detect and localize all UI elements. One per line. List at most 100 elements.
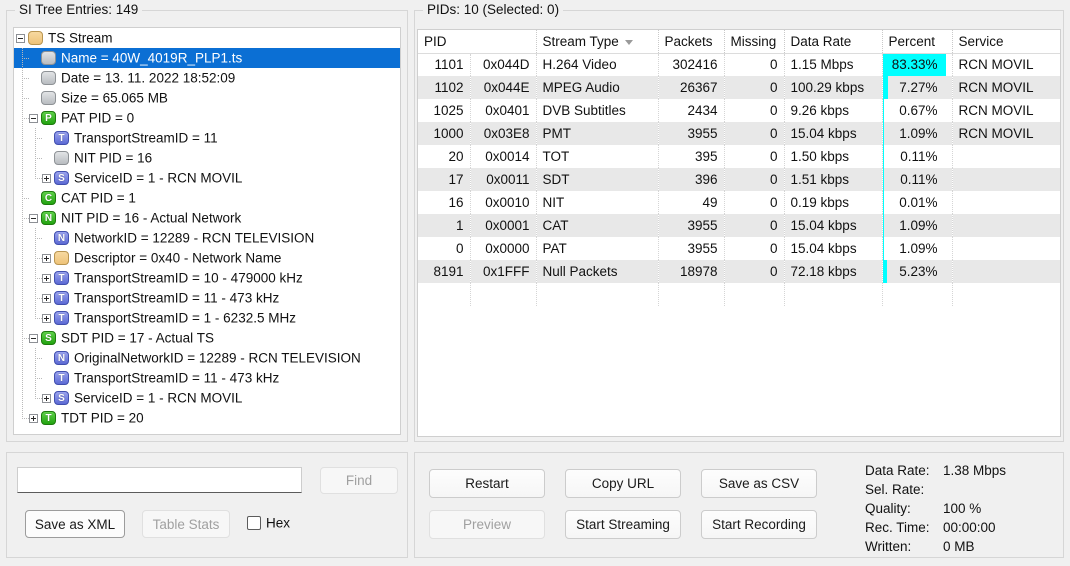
cell-percent: 5.23% (882, 260, 953, 283)
cell-pid-dec: 0 (418, 237, 471, 260)
restart-button[interactable]: Restart (429, 469, 545, 498)
tree-guide (16, 168, 29, 189)
tree-node[interactable]: S SDT PID = 17 - Actual TS (14, 328, 400, 349)
pid-column-header[interactable]: Data Rate (784, 30, 883, 54)
tree-guide (16, 148, 29, 169)
tree-node[interactable]: C CAT PID = 1 (14, 188, 400, 209)
tree-node-purple-icon: S (54, 391, 69, 406)
pid-table-scroll[interactable]: PID Stream Type Packets Missing Data Rate Per… (417, 29, 1061, 437)
tree-node[interactable]: N NetworkID = 12289 - RCN TELEVISION (14, 228, 400, 249)
tree-node[interactable]: S ServiceID = 1 - RCN MOVIL (14, 388, 400, 409)
si-tree-view[interactable]: TS Stream Name = 40W_4019R_PLP1.ts Date = … (13, 27, 401, 435)
tree-node[interactable]: S ServiceID = 1 - RCN MOVIL (14, 168, 400, 189)
tree-node[interactable]: NIT PID = 16 (14, 148, 400, 169)
tree-guide (16, 248, 29, 269)
tree-guide (16, 128, 29, 149)
preview-button[interactable]: Preview (429, 510, 545, 539)
status-value: 1.38 Mbps (943, 463, 1007, 478)
tree-node[interactable]: T TransportStreamID = 11 (14, 128, 400, 149)
tree-collapse-icon[interactable] (29, 333, 38, 343)
pid-column-header[interactable]: Stream Type (536, 30, 659, 54)
tree-expand-icon[interactable] (42, 293, 51, 303)
pid-table-row[interactable]: 0 0x0000 PAT 3955 0 15.04 kbps 1.09% (418, 237, 1060, 260)
tree-guide (16, 288, 29, 309)
pid-table-row[interactable]: 16 0x0010 NIT 49 0 0.19 kbps 0.01% (418, 191, 1060, 214)
pid-column-header[interactable]: Packets (658, 30, 725, 54)
tree-node-purple-icon: T (54, 131, 69, 146)
tree-node[interactable]: T TransportStreamID = 1 - 6232.5 MHz (14, 308, 400, 329)
save-as-csv-button[interactable]: Save as CSV (701, 469, 817, 498)
tree-node[interactable]: Descriptor = 0x40 - Network Name (14, 248, 400, 269)
tree-guide (16, 188, 29, 209)
pid-column-header[interactable]: Percent (882, 30, 953, 54)
tree-node[interactable]: T TransportStreamID = 11 - 473 kHz (14, 288, 400, 309)
copy-url-button[interactable]: Copy URL (565, 469, 681, 498)
tree-collapse-icon[interactable] (16, 33, 25, 43)
tree-node[interactable]: Size = 65.065 MB (14, 88, 400, 109)
pid-table-row[interactable]: 1101 0x044D H.264 Video 302416 0 1.15 Mbps 83.… (418, 53, 1060, 76)
pid-column-header[interactable]: Service (952, 30, 1060, 54)
tree-node-label: TransportStreamID = 11 (74, 130, 218, 146)
cell-stream-type: TOT (536, 145, 659, 168)
tree-node-purple-icon: N (54, 351, 69, 366)
hex-checkbox[interactable]: Hex (247, 512, 290, 534)
save-as-xml-button[interactable]: Save as XML (25, 510, 125, 538)
cell-percent: 1.09% (882, 214, 953, 237)
tree-expand-icon[interactable] (42, 253, 51, 263)
table-stats-button[interactable]: Table Stats (142, 510, 230, 538)
tree-guide (29, 248, 42, 269)
find-input[interactable] (17, 467, 302, 493)
percent-label: 0.11% (900, 149, 938, 164)
tree-guide (29, 148, 42, 169)
tree-node-label: Name = 40W_4019R_PLP1.ts (61, 50, 243, 66)
start-streaming-button[interactable]: Start Streaming (565, 510, 681, 539)
tree-node[interactable]: N NIT PID = 16 - Actual Network (14, 208, 400, 229)
cell-pid-dec: 1 (418, 214, 471, 237)
cell-stream-type: CAT (536, 214, 659, 237)
pid-column-header[interactable]: Missing (724, 30, 785, 54)
cell-stream-type: PAT (536, 237, 659, 260)
cell-stream-type: MPEG Audio (536, 76, 659, 99)
tree-node-purple-icon: T (54, 291, 69, 306)
pid-table-row[interactable]: 20 0x0014 TOT 395 0 1.50 kbps 0.11% (418, 145, 1060, 168)
tree-node-grey-icon (41, 71, 56, 86)
tree-expand-icon[interactable] (42, 313, 51, 323)
tree-node-purple-icon: T (54, 371, 69, 386)
pid-table-body[interactable]: 1101 0x044D H.264 Video 302416 0 1.15 Mbps 83.… (418, 53, 1060, 306)
tree-guide (16, 88, 29, 109)
pid-table-header-row[interactable]: PID Stream Type Packets Missing Data Rate Per… (418, 30, 1060, 54)
cell-pid-dec: 16 (418, 191, 471, 214)
tree-expand-icon[interactable] (42, 273, 51, 283)
pid-table-row[interactable]: 8191 0x1FFF Null Packets 18978 0 72.18 kbps 5.… (418, 260, 1060, 283)
pid-table-row[interactable]: 1102 0x044E MPEG Audio 26367 0 100.29 kbps 7.2… (418, 76, 1060, 99)
tree-collapse-icon[interactable] (29, 113, 38, 123)
tree-node[interactable]: T TDT PID = 20 (14, 408, 400, 428)
tree-node[interactable]: P PAT PID = 0 (14, 108, 400, 129)
status-row: Sel. Rate: (865, 480, 1055, 499)
pid-table-row[interactable]: 17 0x0011 SDT 396 0 1.51 kbps 0.11% (418, 168, 1060, 191)
tree-expand-icon[interactable] (42, 393, 51, 403)
tree-node-label: Descriptor = 0x40 - Network Name (74, 250, 282, 266)
start-recording-button[interactable]: Start Recording (701, 510, 817, 539)
tree-node[interactable]: Name = 40W_4019R_PLP1.ts (14, 48, 400, 69)
tree-guide (16, 348, 29, 369)
pid-column-header[interactable]: PID (418, 30, 537, 54)
percent-label: 1.09% (899, 218, 938, 233)
tree-node[interactable]: T TransportStreamID = 10 - 479000 kHz (14, 268, 400, 289)
tree-node[interactable]: T TransportStreamID = 11 - 473 kHz (14, 368, 400, 389)
pid-table-row[interactable]: 1 0x0001 CAT 3955 0 15.04 kbps 1.09% (418, 214, 1060, 237)
pid-table-row[interactable]: 1000 0x03E8 PMT 3955 0 15.04 kbps 1.09% RCN MOV… (418, 122, 1060, 145)
tree-expand-icon[interactable] (42, 173, 51, 183)
tree-node[interactable]: TS Stream (14, 28, 400, 48)
tree-node-folder-icon (54, 251, 69, 266)
tree-node[interactable]: Date = 13. 11. 2022 18:52:09 (14, 68, 400, 89)
pid-table-row[interactable]: 1025 0x0401 DVB Subtitles 2434 0 9.26 kbps 0.6… (418, 99, 1060, 122)
tree-node[interactable]: N OriginalNetworkID = 12289 - RCN TELEVIS… (14, 348, 400, 369)
tree-expand-icon[interactable] (29, 413, 38, 423)
tree-collapse-icon[interactable] (29, 213, 38, 223)
find-button[interactable]: Find (320, 467, 398, 494)
